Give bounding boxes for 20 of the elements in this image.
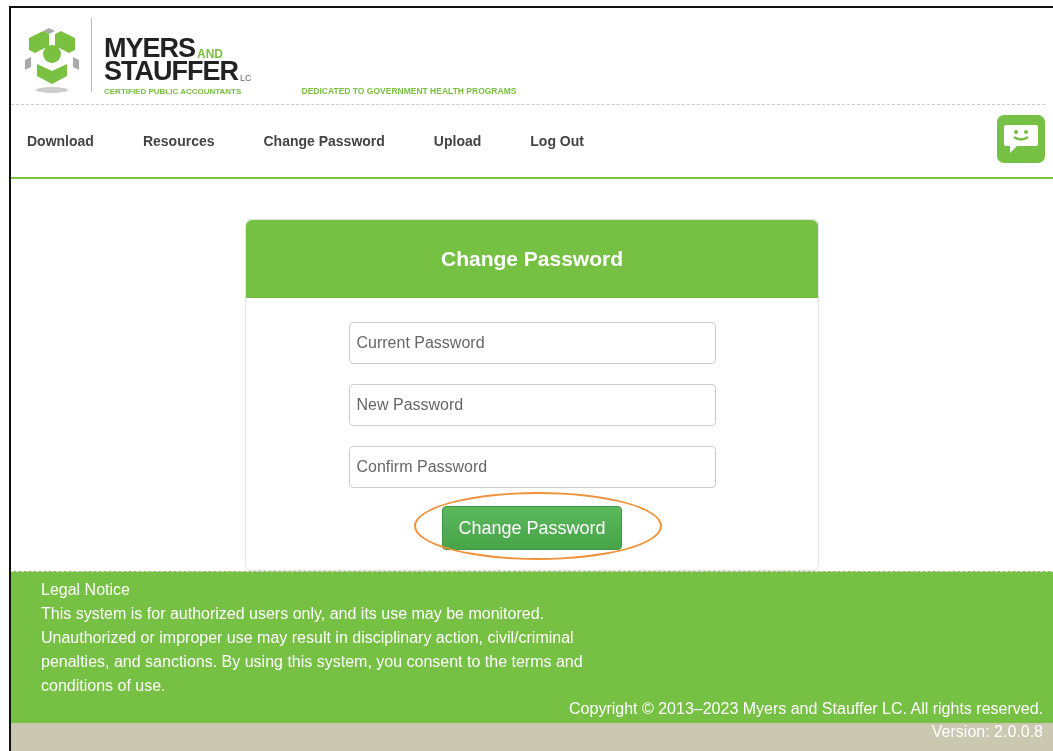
nav-link[interactable]: Upload [433, 133, 482, 149]
card-title: Change Password [440, 247, 624, 271]
logo-name: STAUFFER [104, 60, 238, 83]
legal-notice-text: This system is for authorized users only, and its use may be monitored. Unauthorized or improper use may result in disciplinary action, civil/criminal penalties, and sanctions. By using this system, you consent to the terms and conditions of use. [41, 604, 584, 696]
logo-suffix: LC [240, 73, 252, 83]
legal-notice-heading: Legal Notice [41, 580, 131, 600]
password-field[interactable]: Current Password [348, 322, 716, 364]
chat-smiley-icon[interactable] [997, 115, 1045, 163]
nav-link[interactable]: Resources [142, 133, 215, 149]
nav-link[interactable]: Change Password [263, 133, 385, 149]
password-field[interactable]: New Password [348, 384, 716, 426]
tagline: DEDICATED TO GOVERNMENT HEALTH PROGRAMS [301, 86, 517, 96]
logo-and: AND [197, 48, 224, 60]
copyright-text: Copyright © 2013–2023 Myers and Stauffer LC. All rights reserved. [569, 699, 1043, 719]
logo-subtitle: CERTIFIED PUBLIC ACCOUNTANTS [104, 87, 243, 96]
logo-name: MYERS [104, 37, 196, 60]
nav-link[interactable]: Log Out [530, 133, 584, 149]
nav-link[interactable]: Download [27, 133, 94, 149]
password-field[interactable]: Confirm Password [348, 446, 716, 488]
version-text: Version: 2.0.0.8 [931, 723, 1043, 742]
